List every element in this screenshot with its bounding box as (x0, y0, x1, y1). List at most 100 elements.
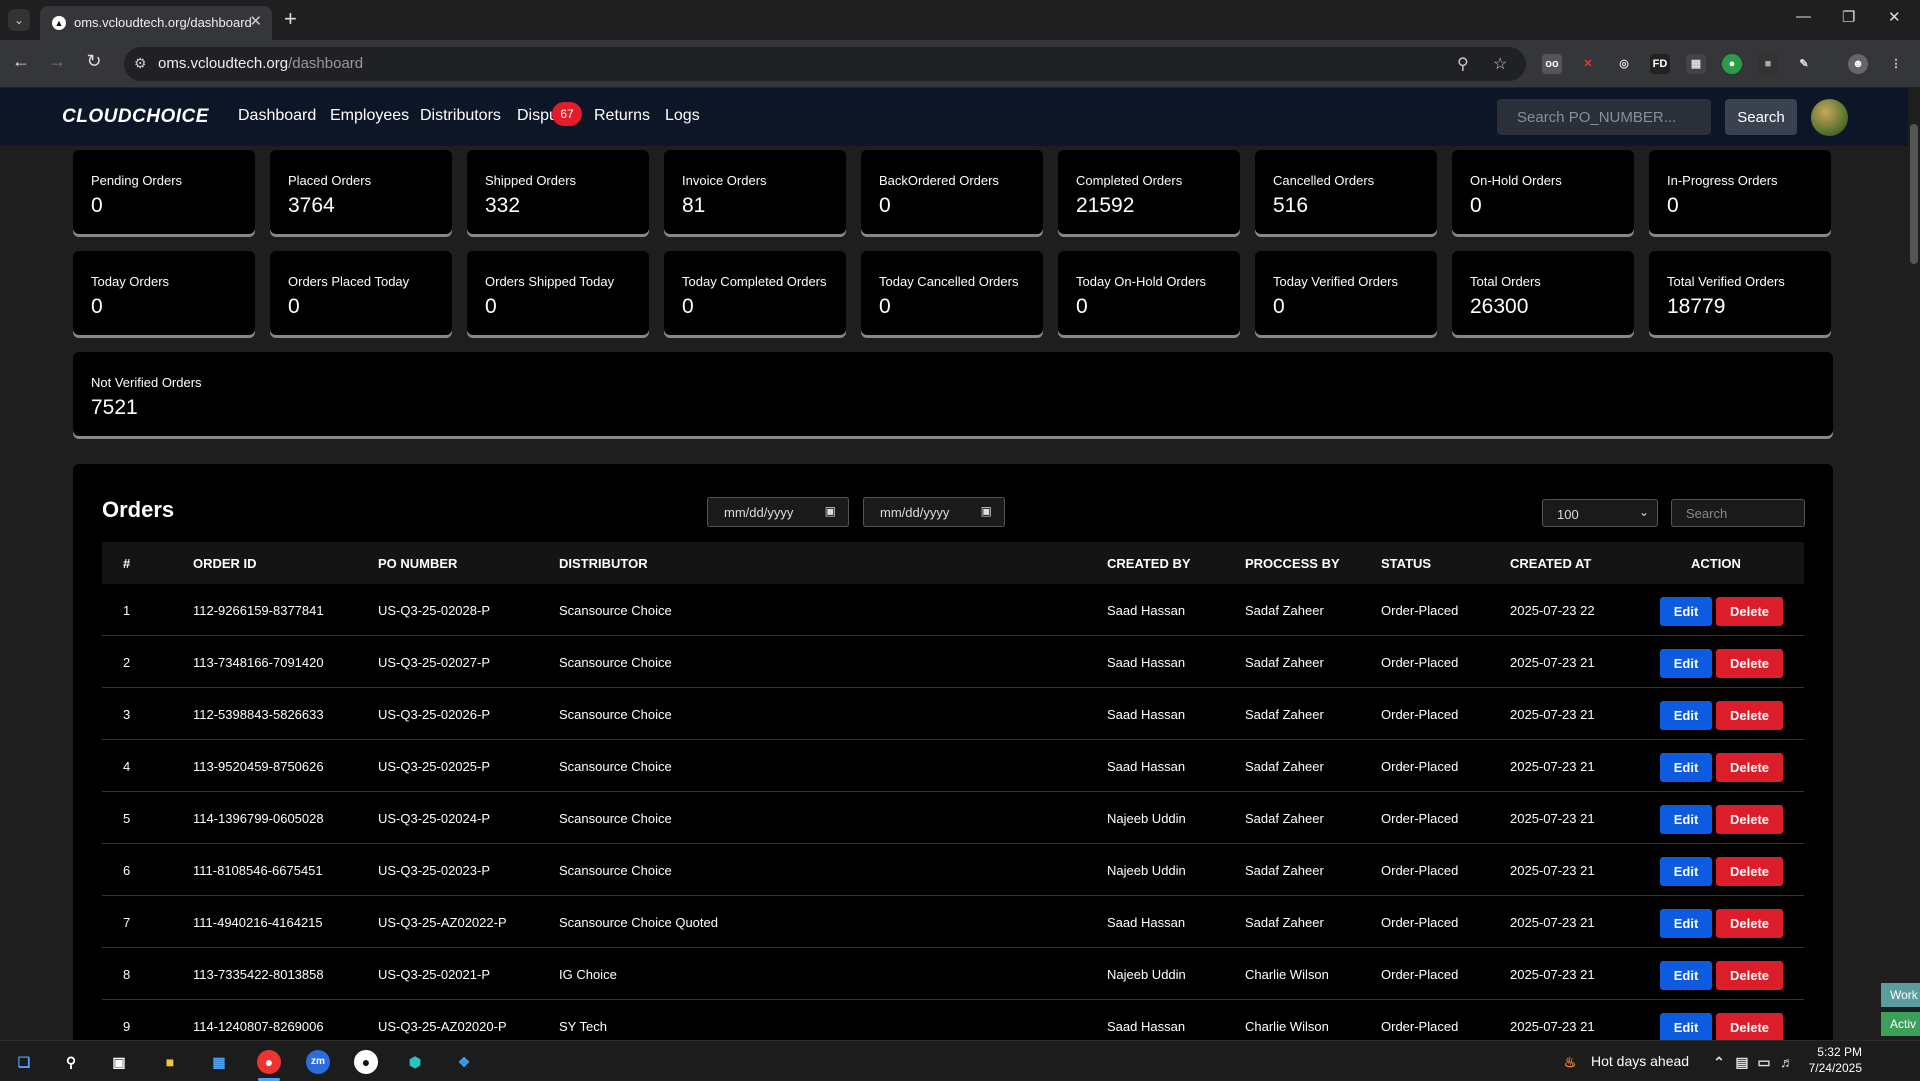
stat-card-row2-7: Total Orders 26300 (1452, 251, 1634, 335)
col-header-index: # (123, 556, 131, 571)
extension-image-icon[interactable]: ▦ (1686, 54, 1706, 74)
close-tab-icon[interactable]: ✕ (249, 12, 262, 30)
chevron-down-icon: ⌄ (1638, 505, 1649, 519)
po-search-button[interactable]: Search (1725, 99, 1797, 135)
table-row: 7 111-4940216-4164215 US-Q3-25-AZ02022-P Sc… (102, 896, 1804, 948)
cell-status: Order-Placed (1381, 655, 1459, 670)
nav-link-distributors[interactable]: Distributors (420, 107, 501, 125)
cell-po-number: US-Q3-25-AZ02020-P (378, 1019, 507, 1034)
tray-device-icon[interactable]: ▤ (1730, 1050, 1754, 1074)
windows-start-icon[interactable]: ❏ (12, 1050, 36, 1074)
extension-x-icon[interactable]: ✕ (1578, 54, 1598, 74)
side-tag-active[interactable]: Activ (1881, 1012, 1920, 1036)
weather-thermometer-icon[interactable]: ♨ (1558, 1050, 1582, 1074)
network-icon[interactable]: ▭ (1752, 1050, 1776, 1074)
page-size-select[interactable]: 100 ⌄ (1542, 499, 1658, 527)
tray-chevron-up-icon[interactable]: ⌃ (1707, 1050, 1731, 1074)
table-row: 6 111-8108546-6675451 US-Q3-25-02023-P Scan… (102, 844, 1804, 896)
stat-label: Today On-Hold Orders (1076, 274, 1207, 289)
edit-button[interactable]: Edit (1660, 805, 1712, 834)
extension-glasses-icon[interactable]: oo (1542, 54, 1562, 74)
zoom-app-icon[interactable]: zm (306, 1050, 330, 1074)
vscode-icon[interactable]: ❖ (452, 1050, 476, 1074)
file-explorer-icon[interactable]: ■ (158, 1050, 182, 1074)
stat-label: Cancelled Orders (1273, 173, 1375, 188)
browser-menu-icon[interactable]: ⋮ (1886, 54, 1906, 74)
user-avatar[interactable] (1811, 99, 1848, 136)
delete-button[interactable]: Delete (1716, 1013, 1783, 1040)
reload-icon[interactable]: ↻ (81, 51, 107, 72)
scrollbar-thumb[interactable] (1910, 124, 1918, 264)
cell-created-at: 2025-07-23 21 (1510, 655, 1595, 670)
bookmark-star-icon[interactable]: ☆ (1493, 54, 1507, 74)
extension-fd-icon[interactable]: FD (1650, 54, 1670, 74)
table-search-input[interactable] (1671, 499, 1805, 527)
edit-button[interactable]: Edit (1660, 701, 1712, 730)
delete-button[interactable]: Delete (1716, 961, 1783, 990)
chrome-icon[interactable]: ● (257, 1050, 281, 1074)
edit-button[interactable]: Edit (1660, 753, 1712, 782)
minimize-icon[interactable]: — (1796, 8, 1811, 25)
date-from-input[interactable]: mm/dd/yyyy ▣ (707, 497, 849, 527)
po-search-input[interactable] (1497, 99, 1711, 135)
weather-text[interactable]: Hot days ahead (1591, 1053, 1689, 1069)
task-view-icon[interactable]: ▣ (107, 1050, 131, 1074)
edit-button[interactable]: Edit (1660, 649, 1712, 678)
cell-created-by: Najeeb Uddin (1107, 863, 1186, 878)
cell-index: 2 (123, 655, 131, 670)
extensions-puzzle-icon[interactable]: ✎ (1794, 54, 1814, 74)
forward-icon[interactable]: → (44, 51, 70, 72)
date-to-input[interactable]: mm/dd/yyyy ▣ (863, 497, 1005, 527)
store-icon[interactable]: ▦ (207, 1050, 231, 1074)
circle-app-icon[interactable]: ● (354, 1050, 378, 1074)
stat-label: Shipped Orders (485, 173, 577, 188)
browser-tab[interactable]: ▲ oms.vcloudtech.org/dashboard ✕ (40, 6, 272, 40)
delete-button[interactable]: Delete (1716, 597, 1783, 626)
close-window-icon[interactable]: ✕ (1888, 8, 1901, 26)
calendar-icon[interactable]: ▣ (825, 504, 836, 518)
restore-icon[interactable]: ❐ (1842, 8, 1855, 26)
calendar-icon[interactable]: ▣ (981, 504, 992, 518)
hex-app-icon[interactable]: ⬢ (403, 1050, 427, 1074)
delete-button[interactable]: Delete (1716, 805, 1783, 834)
delete-button[interactable]: Delete (1716, 857, 1783, 886)
stat-card-row2-5: Today On-Hold Orders 0 (1058, 251, 1240, 335)
edit-button[interactable]: Edit (1660, 597, 1712, 626)
orders-panel: Orders mm/dd/yyyy ▣ mm/dd/yyyy ▣ 100 ⌄ #… (73, 464, 1833, 1040)
edit-button[interactable]: Edit (1660, 1013, 1712, 1040)
edit-button[interactable]: Edit (1660, 961, 1712, 990)
cell-process-by: Sadaf Zaheer (1245, 915, 1324, 930)
delete-button[interactable]: Delete (1716, 753, 1783, 782)
tab-title: oms.vcloudtech.org/dashboard (74, 15, 252, 30)
cell-created-by: Najeeb Uddin (1107, 811, 1186, 826)
nav-link-dashboard[interactable]: Dashboard (238, 107, 316, 125)
zoom-icon[interactable]: ⚲ (1457, 54, 1469, 74)
nav-link-employees[interactable]: Employees (330, 107, 409, 125)
site-info-icon[interactable]: ⚙ (134, 55, 147, 72)
extension-green-icon[interactable]: ● (1722, 54, 1742, 74)
profile-icon[interactable]: ☻ (1848, 54, 1868, 74)
page-scrollbar[interactable] (1908, 88, 1920, 1040)
side-tag-work[interactable]: Work (1881, 983, 1920, 1007)
cell-index: 5 (123, 811, 131, 826)
edit-button[interactable]: Edit (1660, 909, 1712, 938)
clock[interactable]: 5:32 PM 7/24/2025 (1792, 1044, 1862, 1076)
nav-link-returns[interactable]: Returns (594, 107, 650, 125)
tab-search-dropdown-icon[interactable]: ⌄ (8, 9, 30, 31)
back-icon[interactable]: ← (8, 51, 34, 72)
delete-button[interactable]: Delete (1716, 649, 1783, 678)
delete-button[interactable]: Delete (1716, 909, 1783, 938)
delete-button[interactable]: Delete (1716, 701, 1783, 730)
extension-globe-icon[interactable]: ◎ (1614, 54, 1634, 74)
cell-process-by: Sadaf Zaheer (1245, 603, 1324, 618)
search-icon[interactable]: ⚲ (59, 1050, 83, 1074)
nav-link-logs[interactable]: Logs (665, 107, 700, 125)
stat-label: Total Verified Orders (1667, 274, 1785, 289)
address-bar[interactable]: ⚙ oms.vcloudtech.org/dashboard ⚲ ☆ (124, 47, 1526, 81)
table-row: 8 113-7335422-8013858 US-Q3-25-02021-P IG C… (102, 948, 1804, 1000)
new-tab-icon[interactable]: + (284, 6, 297, 32)
edit-button[interactable]: Edit (1660, 857, 1712, 886)
brand-logo[interactable]: CLOUDCHOICE (62, 106, 209, 128)
stat-card-not-verified: Not Verified Orders 7521 (73, 352, 1833, 436)
extension-gray-icon[interactable]: ■ (1758, 54, 1778, 74)
